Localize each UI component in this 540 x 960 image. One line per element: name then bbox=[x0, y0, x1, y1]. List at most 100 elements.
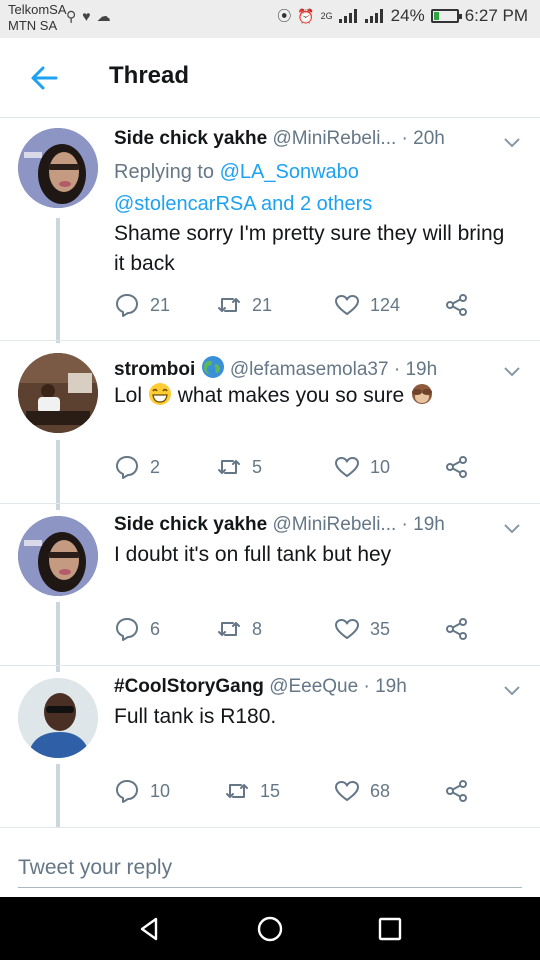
reply-count: 2 bbox=[150, 456, 161, 477]
retweet-icon bbox=[226, 784, 248, 798]
tweet-time: 20h bbox=[413, 128, 445, 149]
app-header: Thread bbox=[0, 38, 540, 118]
tweet[interactable]: Side chick yakhe @MiniRebeli... · 19h I … bbox=[0, 504, 540, 665]
replying-prefix: Replying to bbox=[114, 161, 215, 183]
tweet[interactable]: #CoolStoryGang @EeeQue · 19h Full tank i… bbox=[0, 666, 540, 827]
share-button[interactable] bbox=[444, 453, 470, 481]
reply-button[interactable]: 10 bbox=[114, 777, 170, 805]
tweet-header: Side chick yakhe @MiniRebeli... · 20h bbox=[114, 128, 445, 149]
mention-link[interactable]: @LA_Sonwabo bbox=[220, 161, 359, 183]
back-button[interactable] bbox=[26, 60, 62, 96]
share-button[interactable] bbox=[444, 291, 470, 319]
see-no-evil-monkey-emoji-icon bbox=[412, 384, 432, 404]
author-name[interactable]: #CoolStoryGang bbox=[114, 676, 264, 697]
avatar-photo bbox=[18, 678, 98, 758]
tweet-text: I doubt it's on full tank but hey bbox=[114, 543, 392, 566]
author-handle[interactable]: @lefamasemola37 bbox=[230, 359, 389, 380]
retweet-count: 5 bbox=[252, 456, 263, 477]
chevron-down-icon[interactable] bbox=[502, 518, 522, 538]
carrier-labels: TelkomSA MTN SA bbox=[8, 2, 67, 34]
like-button[interactable]: 124 bbox=[334, 291, 400, 319]
author-name[interactable]: Side chick yakhe bbox=[114, 128, 267, 149]
share-icon bbox=[446, 294, 467, 316]
signal-icon bbox=[338, 9, 357, 23]
like-button[interactable]: 68 bbox=[334, 777, 390, 805]
chevron-down-icon[interactable] bbox=[502, 361, 522, 381]
retweet-count: 21 bbox=[252, 294, 273, 315]
tweet-text: Full tank is R180. bbox=[114, 705, 277, 728]
retweet-button[interactable]: 15 bbox=[224, 777, 280, 805]
reply-count: 10 bbox=[150, 780, 171, 801]
tweet-time: 19h bbox=[405, 359, 438, 380]
status-right: ⦿ ⏰ 2G 24% 6:27 PM bbox=[277, 6, 528, 26]
nav-home-icon[interactable] bbox=[254, 913, 286, 945]
reply-input[interactable] bbox=[18, 848, 522, 888]
tweet[interactable]: Side chick yakhe @MiniRebeli... · 20h Re… bbox=[0, 118, 540, 340]
tweet-header: #CoolStoryGang @EeeQue · 19h bbox=[114, 676, 407, 697]
like-count: 35 bbox=[370, 618, 391, 639]
chevron-down-icon[interactable] bbox=[502, 132, 522, 152]
share-button[interactable] bbox=[444, 615, 470, 643]
retweet-icon bbox=[218, 622, 240, 636]
avatar[interactable] bbox=[18, 678, 98, 758]
nav-recents-icon[interactable] bbox=[374, 913, 406, 945]
avatar[interactable] bbox=[18, 353, 98, 433]
tweet-actions: 6 8 35 bbox=[114, 615, 494, 643]
tweet[interactable]: stromboi @lefamasemola37 · 19h Lol what … bbox=[0, 341, 540, 503]
like-icon bbox=[335, 619, 359, 639]
reply-button[interactable]: 6 bbox=[114, 615, 160, 643]
system-nav-bar bbox=[0, 897, 540, 960]
reply-button[interactable]: 21 bbox=[114, 291, 170, 319]
tweet-text: Shame sorry I'm pretty sure they will br… bbox=[114, 222, 505, 275]
avatar-photo bbox=[18, 128, 98, 208]
share-button[interactable] bbox=[444, 777, 470, 805]
reply-button[interactable]: 2 bbox=[114, 453, 160, 481]
usb-icon: ⚲ bbox=[66, 8, 77, 24]
chevron-down-icon[interactable] bbox=[502, 680, 522, 700]
retweet-count: 15 bbox=[260, 780, 281, 801]
cloud-icon: ☁ bbox=[96, 8, 111, 24]
like-count: 124 bbox=[370, 294, 401, 315]
mention-link-more[interactable]: @stolencarRSA and 2 others bbox=[114, 193, 372, 215]
author-name[interactable]: stromboi bbox=[114, 359, 195, 380]
author-handle[interactable]: @MiniRebeli... bbox=[272, 514, 396, 535]
like-button[interactable]: 10 bbox=[334, 453, 390, 481]
tweet-header: stromboi @lefamasemola37 · 19h bbox=[114, 355, 482, 383]
notification-icons: ⚲ ♥ ☁ bbox=[66, 8, 111, 25]
replying-to: Replying to @LA_Sonwabo @stolencarRSA an… bbox=[114, 156, 514, 220]
tweet-time: 19h bbox=[375, 676, 407, 697]
reply-icon bbox=[116, 780, 138, 803]
retweet-button[interactable]: 21 bbox=[216, 291, 272, 319]
avatar[interactable] bbox=[18, 128, 98, 208]
reply-icon bbox=[116, 456, 138, 479]
retweet-icon bbox=[218, 298, 240, 312]
tweet-time: 19h bbox=[413, 514, 445, 535]
globe-emoji-icon bbox=[201, 356, 224, 378]
battery-icon bbox=[430, 9, 462, 23]
page-title: Thread bbox=[109, 62, 190, 89]
retweet-button[interactable]: 8 bbox=[216, 615, 262, 643]
carrier-2: MTN SA bbox=[8, 18, 58, 33]
vibrate-icon: ⦿ bbox=[277, 8, 292, 24]
retweet-button[interactable]: 5 bbox=[216, 453, 262, 481]
tweet-text: Lol what makes you so sure bbox=[114, 381, 514, 411]
like-icon bbox=[335, 781, 359, 801]
grinning-emoji-icon bbox=[148, 383, 171, 405]
clock: 6:27 PM bbox=[464, 6, 528, 25]
share-icon bbox=[446, 618, 467, 640]
like-button[interactable]: 35 bbox=[334, 615, 390, 643]
author-handle[interactable]: @MiniRebeli... bbox=[272, 128, 396, 149]
reply-icon bbox=[116, 294, 138, 317]
tweet-actions: 2 5 10 bbox=[114, 453, 494, 481]
nav-back-icon[interactable] bbox=[134, 913, 166, 945]
author-handle[interactable]: @EeeQue bbox=[269, 676, 358, 697]
share-icon bbox=[446, 780, 467, 802]
network-type-label: 2G bbox=[320, 11, 333, 21]
like-icon bbox=[335, 457, 359, 477]
author-name[interactable]: Side chick yakhe bbox=[114, 514, 267, 535]
like-count: 10 bbox=[370, 456, 391, 477]
avatar[interactable] bbox=[18, 516, 98, 596]
signal-icon-2 bbox=[364, 9, 383, 23]
retweet-icon bbox=[218, 460, 240, 474]
status-bar: TelkomSA MTN SA ⚲ ♥ ☁ ⦿ ⏰ 2G 24% 6:27 PM bbox=[0, 0, 540, 38]
